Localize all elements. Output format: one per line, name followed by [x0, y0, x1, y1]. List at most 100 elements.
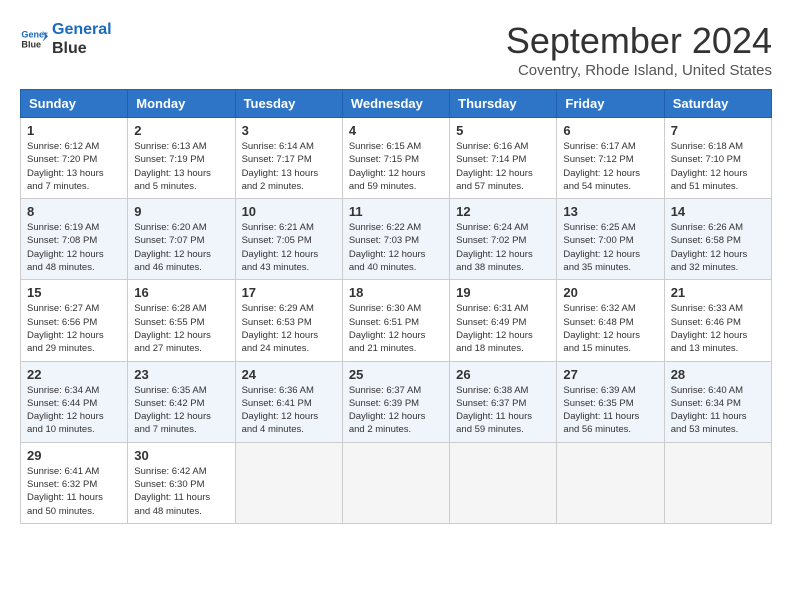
day-number: 10 [242, 204, 336, 219]
calendar-day-cell: 21 Sunrise: 6:33 AM Sunset: 6:46 PM Dayl… [664, 280, 771, 361]
day-info: Sunrise: 6:27 AM Sunset: 6:56 PM Dayligh… [27, 302, 121, 355]
day-number: 4 [349, 123, 443, 138]
calendar-day-cell: 22 Sunrise: 6:34 AM Sunset: 6:44 PM Dayl… [21, 361, 128, 442]
day-info: Sunrise: 6:35 AM Sunset: 6:42 PM Dayligh… [134, 384, 228, 437]
day-number: 13 [563, 204, 657, 219]
day-number: 23 [134, 367, 228, 382]
day-info: Sunrise: 6:33 AM Sunset: 6:46 PM Dayligh… [671, 302, 765, 355]
day-number: 21 [671, 285, 765, 300]
calendar-day-cell: 4 Sunrise: 6:15 AM Sunset: 7:15 PM Dayli… [342, 118, 449, 199]
day-number: 9 [134, 204, 228, 219]
calendar-day-cell: 20 Sunrise: 6:32 AM Sunset: 6:48 PM Dayl… [557, 280, 664, 361]
calendar-day-cell: 29 Sunrise: 6:41 AM Sunset: 6:32 PM Dayl… [21, 442, 128, 523]
location: Coventry, Rhode Island, United States [506, 62, 772, 79]
weekday-header: Tuesday [235, 90, 342, 118]
calendar-day-cell: 24 Sunrise: 6:36 AM Sunset: 6:41 PM Dayl… [235, 361, 342, 442]
weekday-header: Thursday [450, 90, 557, 118]
day-info: Sunrise: 6:31 AM Sunset: 6:49 PM Dayligh… [456, 302, 550, 355]
weekday-header: Friday [557, 90, 664, 118]
weekday-header-row: SundayMondayTuesdayWednesdayThursdayFrid… [21, 90, 772, 118]
calendar-day-cell: 1 Sunrise: 6:12 AM Sunset: 7:20 PM Dayli… [21, 118, 128, 199]
day-info: Sunrise: 6:39 AM Sunset: 6:35 PM Dayligh… [563, 384, 657, 437]
day-number: 29 [27, 448, 121, 463]
calendar-week-row: 15 Sunrise: 6:27 AM Sunset: 6:56 PM Dayl… [21, 280, 772, 361]
day-info: Sunrise: 6:38 AM Sunset: 6:37 PM Dayligh… [456, 384, 550, 437]
calendar-day-cell: 18 Sunrise: 6:30 AM Sunset: 6:51 PM Dayl… [342, 280, 449, 361]
day-number: 2 [134, 123, 228, 138]
calendar-day-cell: 27 Sunrise: 6:39 AM Sunset: 6:35 PM Dayl… [557, 361, 664, 442]
weekday-header: Wednesday [342, 90, 449, 118]
calendar-day-cell [664, 442, 771, 523]
calendar-day-cell: 19 Sunrise: 6:31 AM Sunset: 6:49 PM Dayl… [450, 280, 557, 361]
calendar-day-cell: 30 Sunrise: 6:42 AM Sunset: 6:30 PM Dayl… [128, 442, 235, 523]
day-number: 19 [456, 285, 550, 300]
calendar-day-cell: 7 Sunrise: 6:18 AM Sunset: 7:10 PM Dayli… [664, 118, 771, 199]
title-block: September 2024 Coventry, Rhode Island, U… [506, 20, 772, 79]
calendar-week-row: 22 Sunrise: 6:34 AM Sunset: 6:44 PM Dayl… [21, 361, 772, 442]
calendar-day-cell: 6 Sunrise: 6:17 AM Sunset: 7:12 PM Dayli… [557, 118, 664, 199]
day-info: Sunrise: 6:36 AM Sunset: 6:41 PM Dayligh… [242, 384, 336, 437]
day-info: Sunrise: 6:34 AM Sunset: 6:44 PM Dayligh… [27, 384, 121, 437]
day-number: 17 [242, 285, 336, 300]
calendar-week-row: 8 Sunrise: 6:19 AM Sunset: 7:08 PM Dayli… [21, 199, 772, 280]
day-number: 6 [563, 123, 657, 138]
calendar-day-cell: 2 Sunrise: 6:13 AM Sunset: 7:19 PM Dayli… [128, 118, 235, 199]
day-number: 28 [671, 367, 765, 382]
svg-text:Blue: Blue [21, 40, 41, 50]
logo-line2: Blue [52, 39, 112, 58]
calendar-day-cell: 3 Sunrise: 6:14 AM Sunset: 7:17 PM Dayli… [235, 118, 342, 199]
day-number: 27 [563, 367, 657, 382]
day-info: Sunrise: 6:18 AM Sunset: 7:10 PM Dayligh… [671, 140, 765, 193]
calendar-day-cell: 10 Sunrise: 6:21 AM Sunset: 7:05 PM Dayl… [235, 199, 342, 280]
calendar-day-cell: 16 Sunrise: 6:28 AM Sunset: 6:55 PM Dayl… [128, 280, 235, 361]
day-info: Sunrise: 6:14 AM Sunset: 7:17 PM Dayligh… [242, 140, 336, 193]
logo: General Blue General Blue [20, 20, 112, 58]
calendar-day-cell: 11 Sunrise: 6:22 AM Sunset: 7:03 PM Dayl… [342, 199, 449, 280]
day-info: Sunrise: 6:42 AM Sunset: 6:30 PM Dayligh… [134, 465, 228, 518]
calendar-day-cell: 14 Sunrise: 6:26 AM Sunset: 6:58 PM Dayl… [664, 199, 771, 280]
calendar-day-cell: 5 Sunrise: 6:16 AM Sunset: 7:14 PM Dayli… [450, 118, 557, 199]
day-number: 24 [242, 367, 336, 382]
page-header: General Blue General Blue September 2024… [20, 20, 772, 79]
calendar-week-row: 1 Sunrise: 6:12 AM Sunset: 7:20 PM Dayli… [21, 118, 772, 199]
day-number: 5 [456, 123, 550, 138]
calendar-day-cell [342, 442, 449, 523]
day-info: Sunrise: 6:19 AM Sunset: 7:08 PM Dayligh… [27, 221, 121, 274]
day-number: 16 [134, 285, 228, 300]
day-number: 18 [349, 285, 443, 300]
day-info: Sunrise: 6:15 AM Sunset: 7:15 PM Dayligh… [349, 140, 443, 193]
day-info: Sunrise: 6:41 AM Sunset: 6:32 PM Dayligh… [27, 465, 121, 518]
calendar-day-cell: 15 Sunrise: 6:27 AM Sunset: 6:56 PM Dayl… [21, 280, 128, 361]
day-number: 15 [27, 285, 121, 300]
weekday-header: Monday [128, 90, 235, 118]
svg-text:General: General [21, 30, 48, 40]
day-info: Sunrise: 6:21 AM Sunset: 7:05 PM Dayligh… [242, 221, 336, 274]
calendar-day-cell: 26 Sunrise: 6:38 AM Sunset: 6:37 PM Dayl… [450, 361, 557, 442]
calendar-day-cell: 12 Sunrise: 6:24 AM Sunset: 7:02 PM Dayl… [450, 199, 557, 280]
day-info: Sunrise: 6:32 AM Sunset: 6:48 PM Dayligh… [563, 302, 657, 355]
logo-line1: General [52, 20, 112, 39]
calendar-day-cell [450, 442, 557, 523]
day-info: Sunrise: 6:40 AM Sunset: 6:34 PM Dayligh… [671, 384, 765, 437]
day-number: 7 [671, 123, 765, 138]
weekday-header: Saturday [664, 90, 771, 118]
calendar-day-cell [235, 442, 342, 523]
day-info: Sunrise: 6:22 AM Sunset: 7:03 PM Dayligh… [349, 221, 443, 274]
day-info: Sunrise: 6:28 AM Sunset: 6:55 PM Dayligh… [134, 302, 228, 355]
day-info: Sunrise: 6:12 AM Sunset: 7:20 PM Dayligh… [27, 140, 121, 193]
day-number: 25 [349, 367, 443, 382]
calendar-table: SundayMondayTuesdayWednesdayThursdayFrid… [20, 89, 772, 524]
day-number: 12 [456, 204, 550, 219]
day-info: Sunrise: 6:26 AM Sunset: 6:58 PM Dayligh… [671, 221, 765, 274]
day-number: 11 [349, 204, 443, 219]
day-info: Sunrise: 6:20 AM Sunset: 7:07 PM Dayligh… [134, 221, 228, 274]
day-number: 1 [27, 123, 121, 138]
calendar-day-cell: 8 Sunrise: 6:19 AM Sunset: 7:08 PM Dayli… [21, 199, 128, 280]
day-number: 30 [134, 448, 228, 463]
calendar-week-row: 29 Sunrise: 6:41 AM Sunset: 6:32 PM Dayl… [21, 442, 772, 523]
weekday-header: Sunday [21, 90, 128, 118]
day-number: 20 [563, 285, 657, 300]
day-number: 14 [671, 204, 765, 219]
day-info: Sunrise: 6:13 AM Sunset: 7:19 PM Dayligh… [134, 140, 228, 193]
day-number: 22 [27, 367, 121, 382]
